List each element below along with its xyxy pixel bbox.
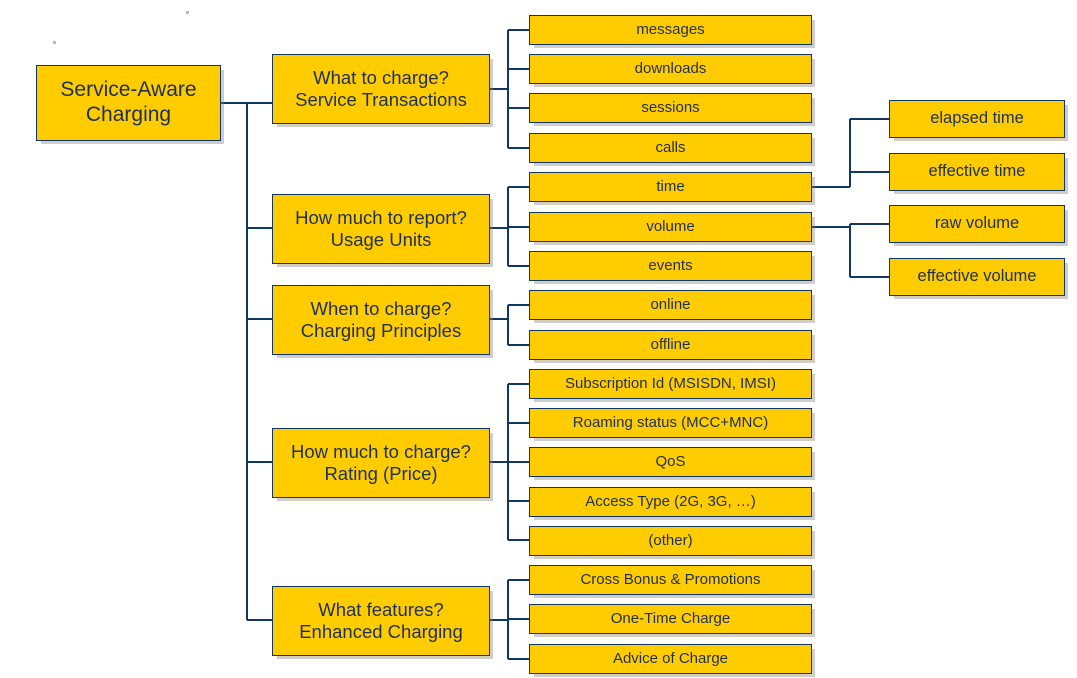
node-branch-usage-units[interactable]: How much to report? Usage Units [272, 194, 490, 264]
node-leaf-sessions[interactable]: sessions [529, 93, 812, 123]
node-branch-charging-principles[interactable]: When to charge? Charging Principles [272, 285, 490, 355]
node-leaf-other[interactable]: (other) [529, 526, 812, 556]
node-root[interactable]: Service-Aware Charging [36, 65, 221, 141]
node-branch-service-transactions[interactable]: What to charge? Service Transactions [272, 54, 490, 124]
node-leaf-messages[interactable]: messages [529, 15, 812, 45]
node-leaf-subscription-id[interactable]: Subscription Id (MSISDN, IMSI) [529, 369, 812, 399]
node-leaf-time[interactable]: time [529, 172, 812, 202]
node-subleaf-raw-volume[interactable]: raw volume [889, 205, 1065, 243]
scan-artifact-dot-1 [53, 41, 56, 44]
node-subleaf-effective-time[interactable]: effective time [889, 153, 1065, 191]
node-subleaf-effective-volume[interactable]: effective volume [889, 258, 1065, 296]
diagram-canvas: Service-Aware Charging What to charge? S… [0, 0, 1077, 678]
node-branch-rating-price[interactable]: How much to charge? Rating (Price) [272, 428, 490, 498]
node-leaf-roaming-status[interactable]: Roaming status (MCC+MNC) [529, 408, 812, 438]
node-leaf-one-time-charge[interactable]: One-Time Charge [529, 604, 812, 634]
node-leaf-online[interactable]: online [529, 290, 812, 320]
node-leaf-advice-of-charge[interactable]: Advice of Charge [529, 644, 812, 674]
node-leaf-events[interactable]: events [529, 251, 812, 281]
node-subleaf-elapsed-time[interactable]: elapsed time [889, 100, 1065, 138]
node-leaf-calls[interactable]: calls [529, 133, 812, 163]
node-leaf-cross-bonus[interactable]: Cross Bonus & Promotions [529, 565, 812, 595]
node-leaf-offline[interactable]: offline [529, 330, 812, 360]
scan-artifact-dot-2 [186, 11, 189, 14]
node-leaf-downloads[interactable]: downloads [529, 54, 812, 84]
node-leaf-volume[interactable]: volume [529, 212, 812, 242]
node-leaf-qos[interactable]: QoS [529, 447, 812, 477]
node-leaf-access-type[interactable]: Access Type (2G, 3G, …) [529, 487, 812, 517]
node-branch-enhanced-charging[interactable]: What features? Enhanced Charging [272, 586, 490, 656]
